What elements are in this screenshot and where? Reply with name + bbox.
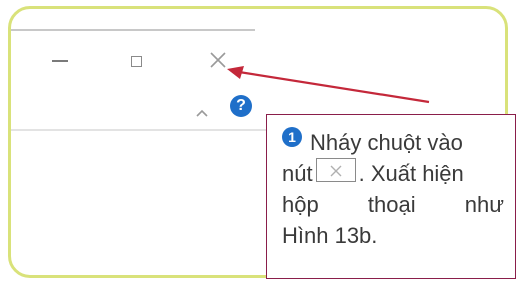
callout-line-4: Hình 13b. bbox=[282, 220, 504, 251]
callout-line1-text: Nháy chuột vào bbox=[310, 130, 463, 155]
callout-line-3: hộp thoại như bbox=[282, 189, 504, 220]
callout-line-1: 1 Nháy chuột vào bbox=[282, 127, 504, 158]
callout-line4-text: Hình 13b. bbox=[282, 223, 378, 248]
callout-word-2: thoại bbox=[367, 192, 416, 217]
window-frame: ? 1 Nháy chuột vào nút . Xuất hiện hộp t… bbox=[8, 6, 516, 279]
close-button-sample bbox=[315, 158, 356, 182]
callout-line-2: nút . Xuất hiện bbox=[282, 158, 504, 189]
callout-text: 1 Nháy chuột vào nút . Xuất hiện hộp tho… bbox=[282, 127, 504, 251]
step-number-badge: 1 bbox=[282, 127, 302, 147]
callout-word-1: hộp bbox=[282, 192, 319, 217]
callout-line2-after: . Xuất hiện bbox=[358, 161, 464, 186]
callout-line2-before: nút bbox=[282, 161, 313, 186]
instruction-callout: 1 Nháy chuột vào nút . Xuất hiện hộp tho… bbox=[266, 114, 516, 279]
callout-word-3: như bbox=[464, 192, 504, 217]
